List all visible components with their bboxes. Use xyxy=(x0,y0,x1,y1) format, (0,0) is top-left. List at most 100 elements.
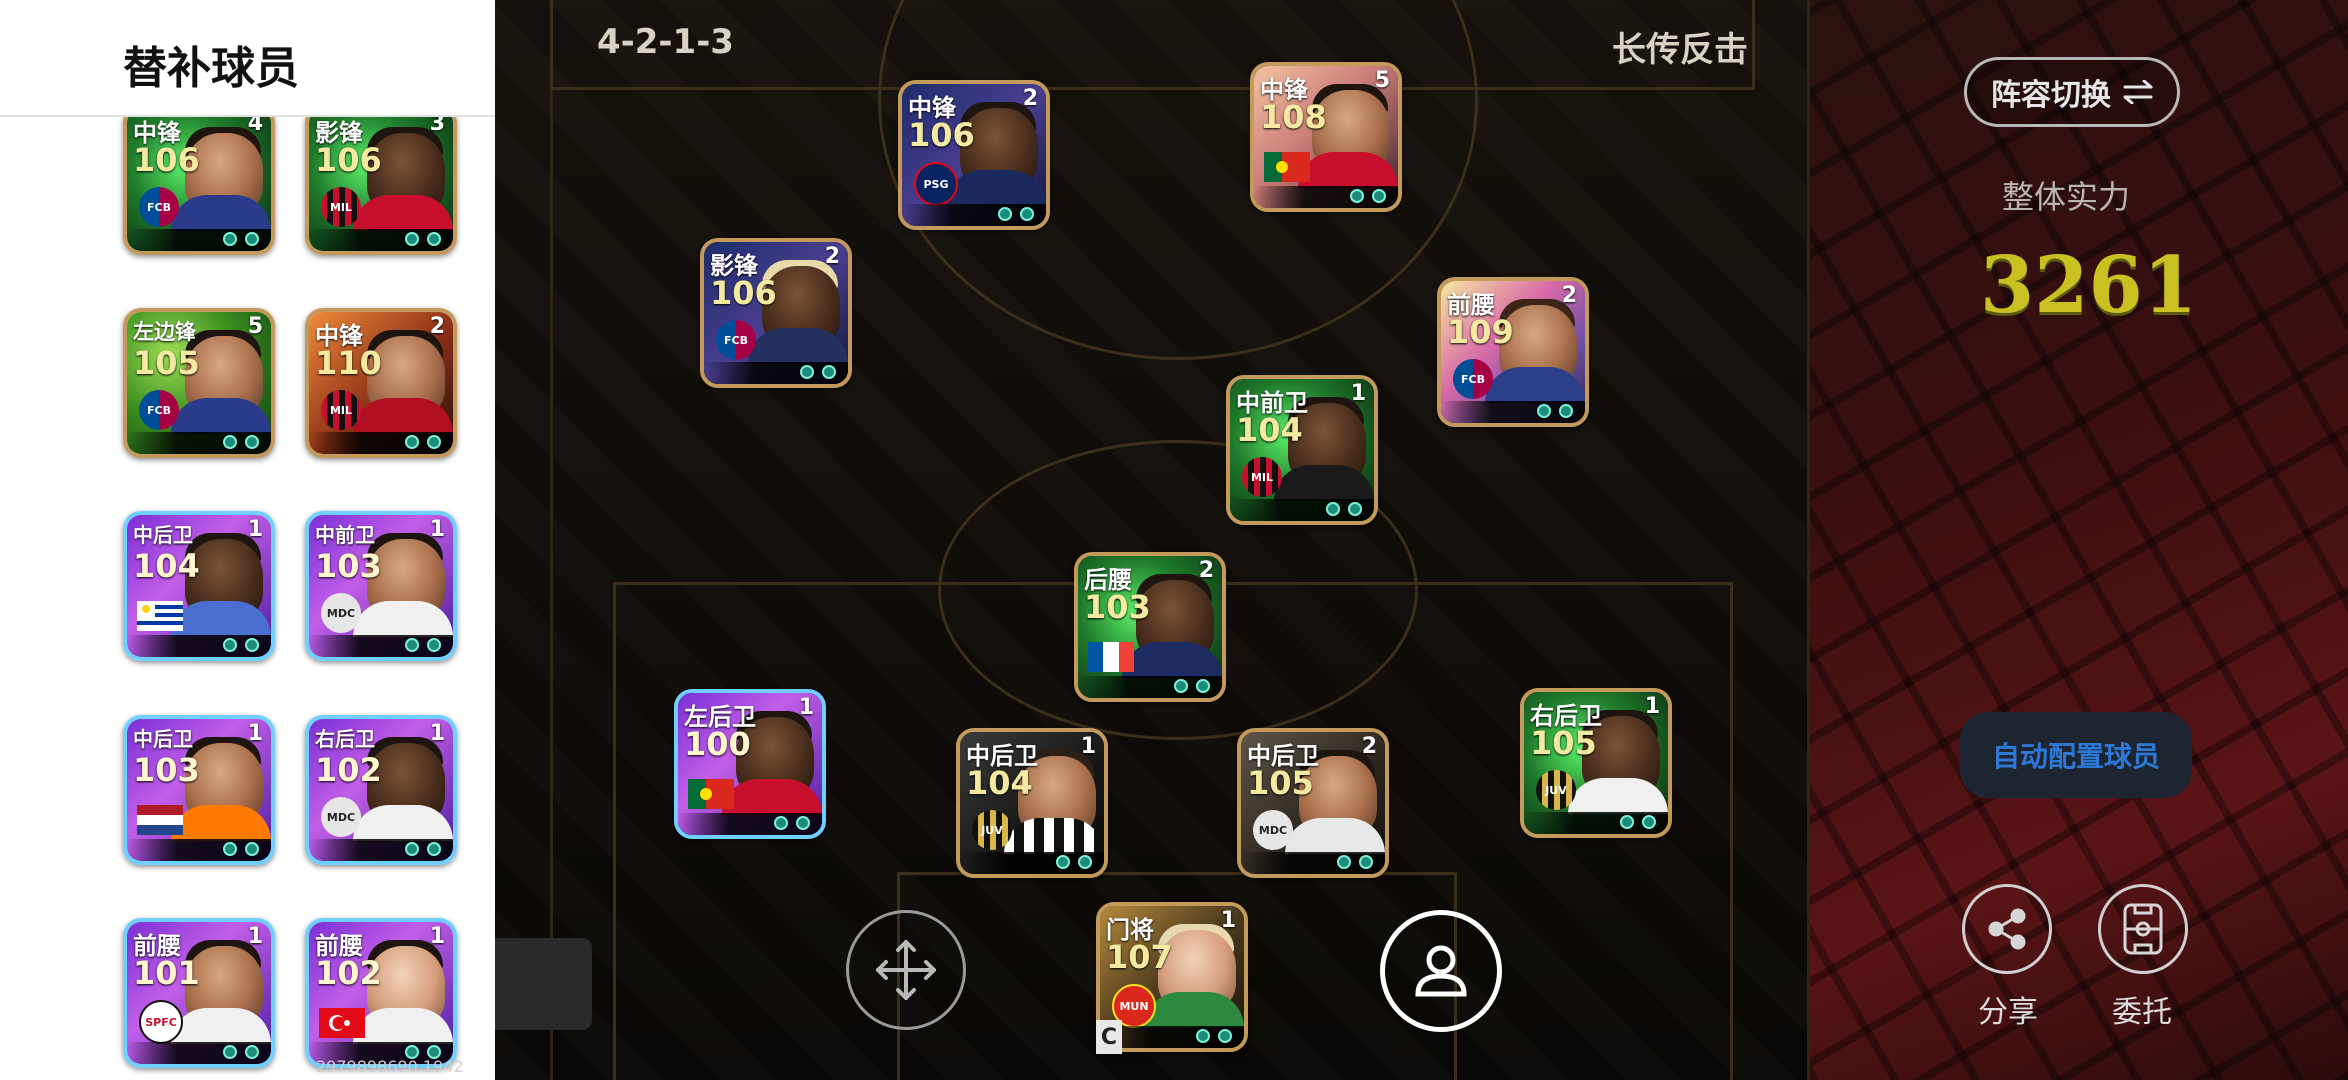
panel-collapse-tab[interactable] xyxy=(495,938,592,1030)
club-badge: MIL xyxy=(321,390,361,430)
player-level: 1 xyxy=(429,517,445,542)
player-position: 中后卫 xyxy=(133,727,193,751)
club-badge: MDC xyxy=(1253,810,1293,850)
player-level: 1 xyxy=(247,924,263,949)
substitute-card[interactable]: 中前卫 103 1 MDC xyxy=(305,511,457,661)
player-rating: 102 xyxy=(315,751,382,789)
player-level: 1 xyxy=(1080,734,1096,759)
player-level: 1 xyxy=(1220,908,1236,933)
overall-strength-label: 整体实力 xyxy=(2002,178,2131,216)
substitutes-list[interactable]: 中锋 106 4 FCB 影锋 106 3 MIL 左边锋 105 5 FCB … xyxy=(0,115,495,1080)
skill-dot-icon xyxy=(223,1045,237,1059)
pitch-player-card[interactable]: 中锋 108 5 xyxy=(1250,62,1402,212)
skill-dot-icon xyxy=(245,1045,259,1059)
player-level: 5 xyxy=(1374,68,1390,93)
player-rating: 104 xyxy=(1236,411,1303,449)
skill-dot-icon xyxy=(1078,855,1092,869)
player-rating: 103 xyxy=(1084,588,1151,626)
substitute-card[interactable]: 中后卫 103 1 xyxy=(123,715,275,865)
skill-dot-icon xyxy=(796,816,810,830)
pitch-player-card[interactable]: 中前卫 104 1 MIL xyxy=(1226,375,1378,525)
substitutes-header: 替补球员 xyxy=(0,0,495,117)
skill-dot-icon xyxy=(822,365,836,379)
club-badge: FCB xyxy=(139,187,179,227)
portugal-flag-icon xyxy=(688,779,734,809)
pitch-player-card[interactable]: 中后卫 104 1 JUV xyxy=(956,728,1108,878)
skill-dot-icon xyxy=(1350,189,1364,203)
club-badge: JUV xyxy=(1536,770,1576,810)
skill-dot-icon xyxy=(1218,1029,1232,1043)
pitch-player-card[interactable]: 左后卫 100 1 xyxy=(674,689,826,839)
substitute-card[interactable]: 中锋 110 2 MIL xyxy=(305,308,457,458)
player-level: 2 xyxy=(1561,283,1577,308)
tactic-label[interactable]: 长传反击 xyxy=(1612,22,1748,71)
skill-dot-icon xyxy=(223,638,237,652)
player-level: 2 xyxy=(1198,558,1214,583)
formation-label[interactable]: 4-2-1-3 xyxy=(597,22,734,62)
delegate-button[interactable] xyxy=(2098,884,2188,974)
skill-dot-icon xyxy=(800,365,814,379)
substitutes-title: 替补球员 xyxy=(123,43,299,94)
player-level: 2 xyxy=(1022,86,1038,111)
pitch-player-card[interactable]: 中后卫 105 2 MDC xyxy=(1237,728,1389,878)
player-level: 2 xyxy=(824,244,840,269)
substitute-card[interactable]: 中后卫 104 1 xyxy=(123,511,275,661)
pitch-player-card[interactable]: 后腰 103 2 xyxy=(1074,552,1226,702)
player-position: 左边锋 xyxy=(133,320,196,344)
substitute-card[interactable]: 中锋 106 4 FCB xyxy=(123,115,275,255)
player-profile-button[interactable] xyxy=(1380,910,1502,1032)
club-badge: MIL xyxy=(1242,457,1282,497)
share-label: 分享 xyxy=(1978,995,2038,1030)
skill-dot-icon xyxy=(427,435,441,449)
skill-dot-icon xyxy=(405,435,419,449)
substitute-card[interactable]: 右后卫 102 1 MDC xyxy=(305,715,457,865)
player-rating: 106 xyxy=(710,274,777,312)
player-rating: 106 xyxy=(133,141,200,179)
swap-arrows-icon xyxy=(2123,80,2153,104)
auto-assign-button[interactable]: 自动配置球员 xyxy=(1960,712,2192,798)
skill-dot-icon xyxy=(1559,404,1573,418)
turkey-flag-icon xyxy=(319,1008,365,1038)
skill-dot-icon xyxy=(405,842,419,856)
pitch-player-card[interactable]: 中锋 106 2 PSG xyxy=(898,80,1050,230)
substitute-card[interactable]: 前腰 102 1 xyxy=(305,918,457,1068)
player-position: 右后卫 xyxy=(315,727,375,751)
move-button[interactable] xyxy=(846,910,966,1030)
player-rating: 106 xyxy=(315,141,382,179)
skill-dot-icon xyxy=(998,207,1012,221)
skill-dot-icon xyxy=(1620,815,1634,829)
player-rating: 104 xyxy=(133,547,200,585)
player-rating: 103 xyxy=(133,751,200,789)
player-level: 1 xyxy=(798,695,814,720)
skill-dot-icon xyxy=(427,638,441,652)
player-level: 1 xyxy=(247,517,263,542)
substitute-card[interactable]: 前腰 101 1 SPFC xyxy=(123,918,275,1068)
skill-dot-icon xyxy=(427,842,441,856)
skill-dot-icon xyxy=(1372,189,1386,203)
uruguay-flag-icon xyxy=(137,601,183,631)
player-level: 2 xyxy=(1361,734,1377,759)
skill-dot-icon xyxy=(774,816,788,830)
player-rating: 103 xyxy=(315,547,382,585)
player-level: 1 xyxy=(429,924,445,949)
skill-dot-icon xyxy=(1337,855,1351,869)
substitute-card[interactable]: 影锋 106 3 MIL xyxy=(305,115,457,255)
pitch-player-card[interactable]: 右后卫 105 1 JUV xyxy=(1520,688,1672,838)
lineup-switch-button[interactable]: 阵容切换 xyxy=(1964,57,2180,127)
substitute-card[interactable]: 左边锋 105 5 FCB xyxy=(123,308,275,458)
netherlands-flag-icon xyxy=(137,805,183,835)
overall-strength-value: 3261 xyxy=(1980,240,2198,331)
player-rating: 100 xyxy=(684,725,751,763)
share-button[interactable] xyxy=(1962,884,2052,974)
skill-dot-icon xyxy=(1056,855,1070,869)
skill-dot-icon xyxy=(1642,815,1656,829)
player-level: 1 xyxy=(429,721,445,746)
club-badge: PSG xyxy=(914,162,958,206)
move-arrows-icon xyxy=(876,940,936,1000)
pitch-player-card[interactable]: 前腰 109 2 FCB xyxy=(1437,277,1589,427)
lineup-screen: 4-2-1-3 长传反击 中锋 106 2 PSG 中锋 108 5 影锋 10… xyxy=(0,0,2348,1080)
club-badge: MDC xyxy=(321,593,361,633)
pitch-player-card[interactable]: 影锋 106 2 FCB xyxy=(700,238,852,388)
player-rating: 106 xyxy=(908,116,975,154)
right-panel xyxy=(1810,0,2348,1080)
